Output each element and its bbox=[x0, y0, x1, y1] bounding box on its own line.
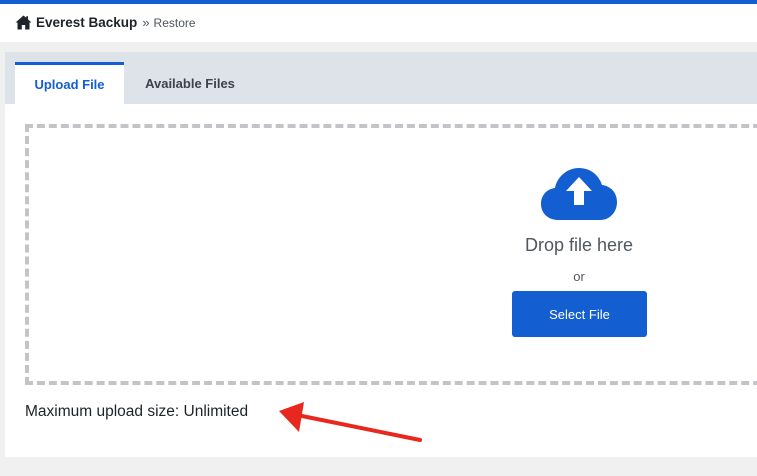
tab-bar: Upload File Available Files bbox=[5, 52, 757, 104]
or-text: or bbox=[573, 269, 585, 284]
breadcrumb-separator: » bbox=[142, 15, 150, 30]
tab-available-files[interactable]: Available Files bbox=[130, 62, 250, 104]
select-file-button[interactable]: Select File bbox=[512, 291, 647, 337]
breadcrumb-current: Restore bbox=[153, 15, 196, 30]
tab-upload-file[interactable]: Upload File bbox=[15, 62, 124, 104]
restore-card: Upload File Available Files Drop file he… bbox=[5, 52, 757, 457]
drop-file-text: Drop file here bbox=[524, 235, 634, 255]
breadcrumb: Everest Backup » Restore bbox=[15, 15, 196, 30]
home-icon[interactable] bbox=[15, 15, 32, 30]
max-upload-size-label: Maximum upload size: Unlimited bbox=[25, 403, 249, 420]
page-header: Everest Backup » Restore bbox=[0, 4, 757, 42]
breadcrumb-brand[interactable]: Everest Backup bbox=[36, 15, 137, 30]
cloud-upload-icon bbox=[541, 168, 617, 220]
